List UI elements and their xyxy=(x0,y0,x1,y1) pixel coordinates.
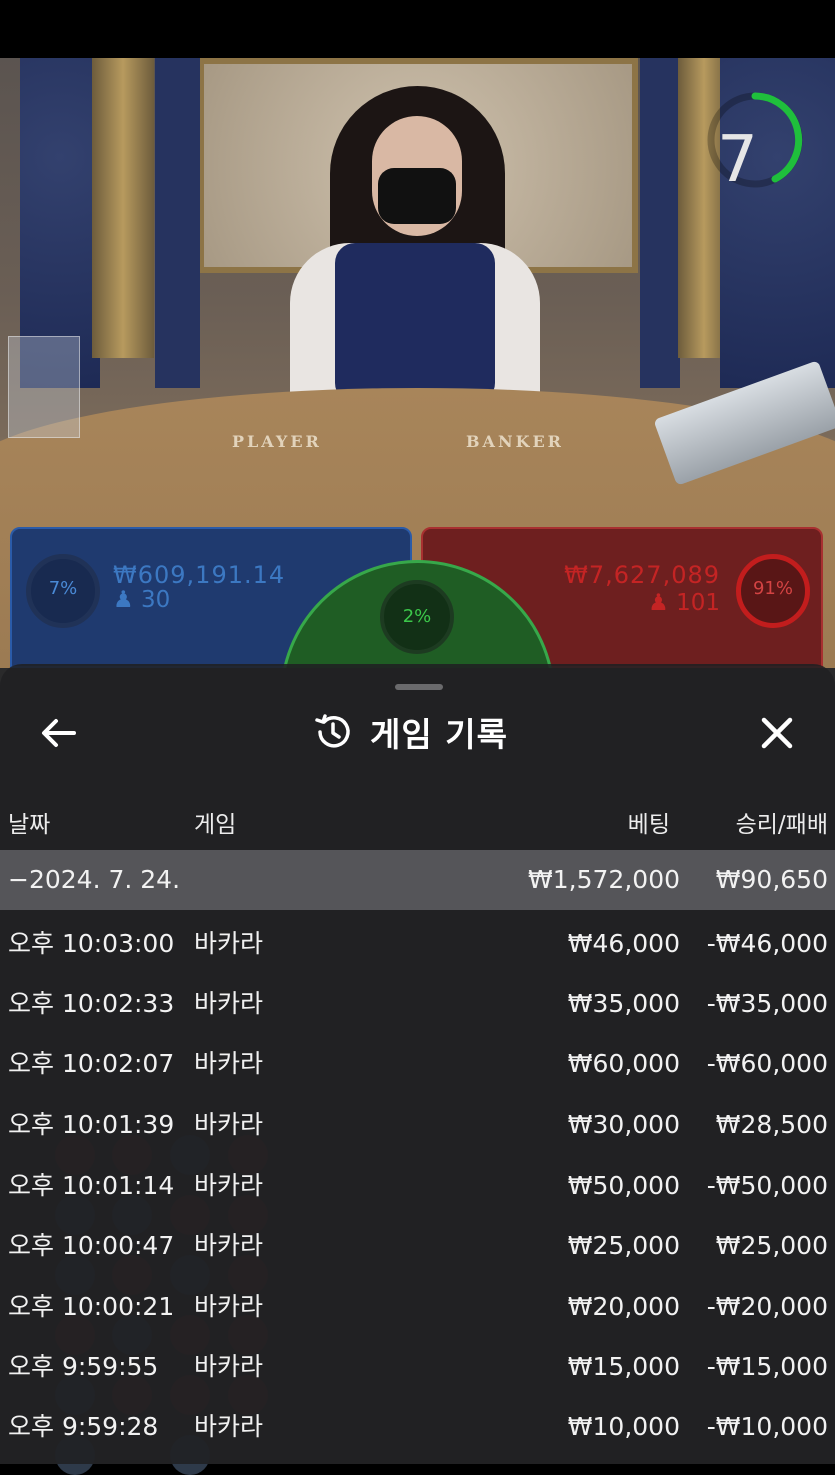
summary-date: −2024. 7. 24. xyxy=(8,865,181,894)
row-result: -₩15,000 xyxy=(706,1352,828,1381)
row-time: 오후 10:00:47 xyxy=(8,1231,175,1260)
row-result: -₩20,000 xyxy=(706,1292,828,1321)
status-bar xyxy=(0,0,835,58)
row-bet: ₩15,000 xyxy=(567,1352,680,1381)
summary-result: ₩90,650 xyxy=(715,865,828,894)
row-result: -₩10,000 xyxy=(706,1412,828,1441)
user-icon: ♟ xyxy=(113,587,134,613)
dealer-mask xyxy=(378,168,456,224)
row-bet: ₩46,000 xyxy=(567,929,680,958)
banker-percent: 91% xyxy=(752,578,793,599)
discard-tray xyxy=(8,336,80,438)
player-total-amount: ₩609,191.14 xyxy=(113,561,286,589)
banker-count: ♟ 101 xyxy=(648,590,720,616)
row-time: 오후 10:02:33 xyxy=(8,989,175,1018)
row-result: ₩28,500 xyxy=(715,1110,828,1139)
player-count: ♟ 30 xyxy=(113,587,170,613)
row-time: 오후 10:03:00 xyxy=(8,929,175,958)
history-row[interactable]: 오후 10:01:14 바카라 ₩50,000 -₩50,000 xyxy=(0,1156,835,1216)
row-time: 오후 10:02:07 xyxy=(8,1049,175,1078)
row-game: 바카라 xyxy=(194,1231,264,1260)
row-result: -₩50,000 xyxy=(706,1171,828,1200)
row-bet: ₩20,000 xyxy=(567,1292,680,1321)
history-row[interactable]: 오후 10:02:07 바카라 ₩60,000 -₩60,000 xyxy=(0,1034,835,1094)
row-bet: ₩10,000 xyxy=(567,1412,680,1441)
page-title: 게임 기록 xyxy=(370,715,508,754)
row-game: 바카라 xyxy=(194,1292,264,1321)
column-header-game: 게임 xyxy=(194,812,237,838)
wall-right-inner xyxy=(640,58,680,388)
tie-percent: 2% xyxy=(402,606,432,627)
history-row[interactable]: 오후 10:02:33 바카라 ₩35,000 -₩35,000 xyxy=(0,974,835,1034)
history-row[interactable]: 오후 10:01:39 바카라 ₩30,000 ₩28,500 xyxy=(0,1095,835,1155)
wall-left-inner xyxy=(155,58,200,388)
row-bet: ₩30,000 xyxy=(567,1110,680,1139)
arrow-left-icon xyxy=(42,719,76,747)
user-icon: ♟ xyxy=(648,590,669,616)
sheet-drag-handle[interactable] xyxy=(395,684,443,690)
back-button[interactable] xyxy=(34,708,84,758)
history-row[interactable]: 오후 10:00:47 바카라 ₩25,000 ₩25,000 xyxy=(0,1216,835,1276)
history-row[interactable]: 오후 10:03:00 바카라 ₩46,000 -₩46,000 xyxy=(0,914,835,974)
gold-column-left xyxy=(92,58,154,358)
table-label-banker: BANKER xyxy=(466,432,564,451)
row-result: ₩25,000 xyxy=(715,1231,828,1260)
row-result: -₩46,000 xyxy=(706,929,828,958)
history-row[interactable]: 오후 9:59:55 바카라 ₩15,000 -₩15,000 xyxy=(0,1337,835,1397)
row-time: 오후 10:01:39 xyxy=(8,1110,175,1139)
row-time: 오후 10:01:14 xyxy=(8,1171,175,1200)
row-game: 바카라 xyxy=(194,1352,264,1381)
row-game: 바카라 xyxy=(194,1049,264,1078)
column-header-date: 날짜 xyxy=(8,812,51,838)
row-bet: ₩35,000 xyxy=(567,989,680,1018)
date-summary-row[interactable]: −2024. 7. 24. ₩1,572,000 ₩90,650 xyxy=(0,850,835,910)
row-result: -₩35,000 xyxy=(706,989,828,1018)
countdown-timer: 7 xyxy=(705,90,805,197)
banker-total-amount: ₩7,627,089 xyxy=(564,561,720,589)
row-game: 바카라 xyxy=(194,1171,264,1200)
row-game: 바카라 xyxy=(194,929,264,958)
row-game: 바카라 xyxy=(194,989,264,1018)
history-clock-icon xyxy=(315,714,350,748)
row-game: 바카라 xyxy=(194,1110,264,1139)
history-row[interactable]: 오후 9:59:28 바카라 ₩10,000 -₩10,000 xyxy=(0,1397,835,1457)
sheet-header: 게임 기록 xyxy=(312,704,508,760)
summary-bet: ₩1,572,000 xyxy=(528,865,680,894)
column-header-result: 승리/패배 xyxy=(735,812,828,838)
row-result: -₩60,000 xyxy=(706,1049,828,1078)
history-row[interactable]: 오후 10:00:21 바카라 ₩20,000 -₩20,000 xyxy=(0,1277,835,1337)
dealer-vest xyxy=(335,243,495,403)
row-time: 오후 9:59:28 xyxy=(8,1412,159,1441)
row-game: 바카라 xyxy=(194,1412,264,1441)
table-label-player: PLAYER xyxy=(232,432,322,451)
banker-count-value: 101 xyxy=(676,590,720,616)
row-time: 오후 9:59:55 xyxy=(8,1352,159,1381)
close-button[interactable] xyxy=(752,708,802,758)
timer-value: 7 xyxy=(717,123,758,197)
row-bet: ₩25,000 xyxy=(567,1231,680,1260)
row-bet: ₩60,000 xyxy=(567,1049,680,1078)
player-percent: 7% xyxy=(48,578,78,599)
row-bet: ₩50,000 xyxy=(567,1171,680,1200)
column-header-bet: 베팅 xyxy=(627,812,670,838)
close-icon xyxy=(761,717,793,749)
row-time: 오후 10:00:21 xyxy=(8,1292,175,1321)
player-count-value: 30 xyxy=(140,587,171,613)
